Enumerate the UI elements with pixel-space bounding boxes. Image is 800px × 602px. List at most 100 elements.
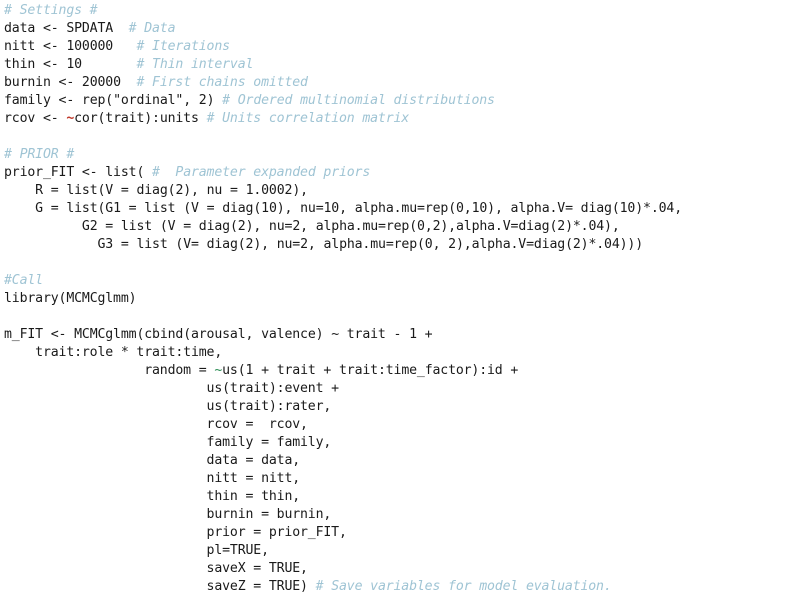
code-line: G2 = list (V = diag(2), nu=2, alpha.mu=r… [0, 218, 800, 236]
code-token-plain: = thin, [237, 489, 301, 504]
code-line: thin = thin, [0, 488, 800, 506]
code-token-plain: , [463, 201, 472, 216]
code-token-function: us [222, 363, 238, 378]
code-token-plain: , [339, 201, 355, 216]
code-token-plain: ) [206, 93, 223, 108]
code-token-plain: = [245, 561, 269, 576]
code-token-plain: = burnin, [253, 507, 332, 522]
code-token-comment: # Data [128, 21, 176, 36]
code-token-comment: # Parameter expanded priors [152, 165, 371, 180]
code-line: data <- SPDATA # Data [0, 20, 800, 38]
code-line: G3 = list (V= diag(2), nu=2, alpha.mu=re… [0, 236, 800, 254]
code-token-plain: ( [237, 237, 246, 252]
code-token-number: 20000 [81, 75, 121, 90]
code-token-argument: saveX [206, 561, 246, 576]
code-line: burnin = burnin, [0, 506, 800, 524]
code-token-number: 10 [261, 201, 277, 216]
code-token-plain: ( [416, 237, 425, 252]
code-line: # PRIOR # [0, 146, 800, 164]
code-token-plain: prior_FIT <- [4, 165, 106, 180]
code-token-plain: (trait):rater, [222, 399, 332, 414]
code-token-argument: alpha.V [510, 201, 566, 216]
code-token-comment: # Settings # [4, 3, 98, 18]
code-token-argument: G2 [81, 219, 98, 234]
code-token-number: 1 [409, 327, 417, 342]
code-token-plain: = [245, 579, 269, 594]
code-token-number: 0 [455, 201, 464, 216]
code-token-function: library [4, 291, 59, 306]
code-token-plain: ( [229, 219, 238, 234]
code-token-plain: = [113, 237, 137, 252]
code-token-plain: ), [455, 237, 472, 252]
code-token-argument: saveZ [206, 579, 246, 594]
code-token-plain: = family, [253, 435, 332, 450]
code-token-comment: # Thin interval [136, 57, 254, 72]
code-token-plain: ( [136, 165, 153, 180]
code-token-plain: ( [237, 363, 246, 378]
code-token-plain: ( [448, 201, 456, 216]
code-token-function: us [206, 381, 223, 396]
code-token-plain: ( [565, 237, 573, 252]
code-token-plain: ), nu = [183, 183, 246, 198]
code-token-function: cor [74, 111, 98, 126]
code-token-plain: ), [487, 201, 511, 216]
code-line: burnin <- 20000 # First chains omitted [0, 74, 800, 92]
code-token-function: diag [580, 201, 612, 216]
code-token-plain: = [42, 201, 67, 216]
code-line: data = data, [0, 452, 800, 470]
code-token-number: 10 [323, 201, 340, 216]
code-token-comment: # First chains omitted [136, 75, 308, 90]
code-line: nitt <- 100000 # Iterations [0, 38, 800, 56]
code-token-plain: , [432, 237, 449, 252]
code-token-argument: burnin [206, 507, 254, 522]
code-token-plain: nitt <- [4, 39, 67, 54]
code-token-number: 10 [619, 201, 636, 216]
code-token-plain: ( [611, 201, 620, 216]
code-line: library(MCMCglmm) [0, 290, 800, 308]
code-token-function: diag [222, 201, 254, 216]
code-token-number: 2 [557, 219, 566, 234]
code-token-plain: ), [292, 183, 308, 198]
code-token-plain: = data, [237, 453, 301, 468]
code-token-comment: #Call [4, 273, 43, 288]
code-token-plain: , [424, 219, 433, 234]
code-token-plain: = [190, 363, 215, 378]
code-line: family <- rep("ordinal", 2) # Ordered mu… [0, 92, 800, 110]
code-token-number: .04 [650, 201, 675, 216]
code-token-argument: prior [206, 525, 246, 540]
code-token-function: list [105, 165, 137, 180]
code-token-function: rep [385, 219, 410, 234]
code-token-number: 2 [572, 237, 581, 252]
code-token-plain: = [385, 237, 394, 252]
code-token-number: 2 [237, 219, 246, 234]
code-line: trait:role * trait:time, [0, 344, 800, 362]
code-token-plain: = [417, 201, 425, 216]
code-token-function: diag [136, 183, 168, 198]
code-token-argument: rcov [206, 417, 238, 432]
code-token-plain: (arousal, valence) ~ trait - [183, 327, 410, 342]
code-token-plain: , [307, 237, 324, 252]
code-token-argument: family [206, 435, 254, 450]
code-token-tilde_red: ~ [66, 111, 75, 126]
code-token-plain: ), nu= [245, 219, 293, 234]
code-token-constant: TRUE [268, 579, 301, 594]
code-token-plain: trait:role * trait:time, [4, 345, 223, 360]
code-token-plain: (G1 = [97, 201, 145, 216]
code-token-function: diag [518, 219, 550, 234]
code-token-number: .04 [580, 219, 605, 234]
code-token-number: 100000 [66, 39, 114, 54]
code-token-function: diag [533, 237, 566, 252]
code-token-function: diag [198, 219, 230, 234]
code-token-number: .04 [596, 237, 620, 252]
code-token-argument: alpha.V [471, 237, 527, 252]
